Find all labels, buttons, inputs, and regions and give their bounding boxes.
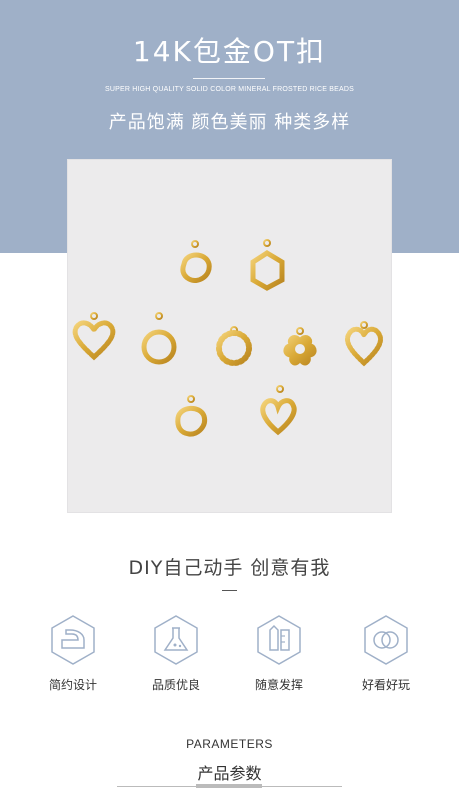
feature-freestyle: 随意发挥 xyxy=(234,614,324,693)
flask-icon xyxy=(153,614,199,666)
feature-quality: 品质优良 xyxy=(131,614,221,693)
parameters-title-cn: 产品参数 xyxy=(197,764,262,783)
slogan-divider xyxy=(222,590,237,591)
iron-icon xyxy=(50,614,96,666)
clasp-hexagon xyxy=(237,235,300,291)
clasp-beaded-heart xyxy=(336,306,387,367)
stationery-icon xyxy=(256,614,302,666)
parameters-title-en: PARAMETERS xyxy=(186,737,273,751)
diy-slogan: DIY自己动手 创意有我 xyxy=(128,557,331,579)
tagline: 产品饱满 颜色美丽 种类多样 xyxy=(108,112,351,133)
clasp-round-2 xyxy=(132,306,188,365)
toggle-clasps-illustration xyxy=(72,235,387,437)
clasp-round-1 xyxy=(170,235,221,283)
clasp-twisted-heart xyxy=(72,307,118,361)
title-divider xyxy=(193,78,265,79)
feature-label: 简约设计 xyxy=(48,678,97,692)
interlocking-rings-icon xyxy=(363,614,409,666)
feature-simple-design: 简约设计 xyxy=(28,614,118,693)
feature-label: 好看好玩 xyxy=(361,678,410,692)
clasp-open-heart xyxy=(246,380,314,436)
english-subtitle: SUPER HIGH QUALITY SOLID COLOR MINERAL F… xyxy=(104,86,355,93)
feature-label: 品质优良 xyxy=(151,678,200,692)
product-photo xyxy=(68,160,391,512)
parameters-divider-accent xyxy=(196,784,262,788)
feature-fun: 好看好玩 xyxy=(341,614,431,693)
clasp-small-round xyxy=(160,380,222,437)
page-title: 14K包金OT扣 xyxy=(132,35,327,68)
clasp-flower xyxy=(279,306,320,366)
clasp-engraved-ring xyxy=(211,306,260,366)
feature-label: 随意发挥 xyxy=(254,678,303,692)
